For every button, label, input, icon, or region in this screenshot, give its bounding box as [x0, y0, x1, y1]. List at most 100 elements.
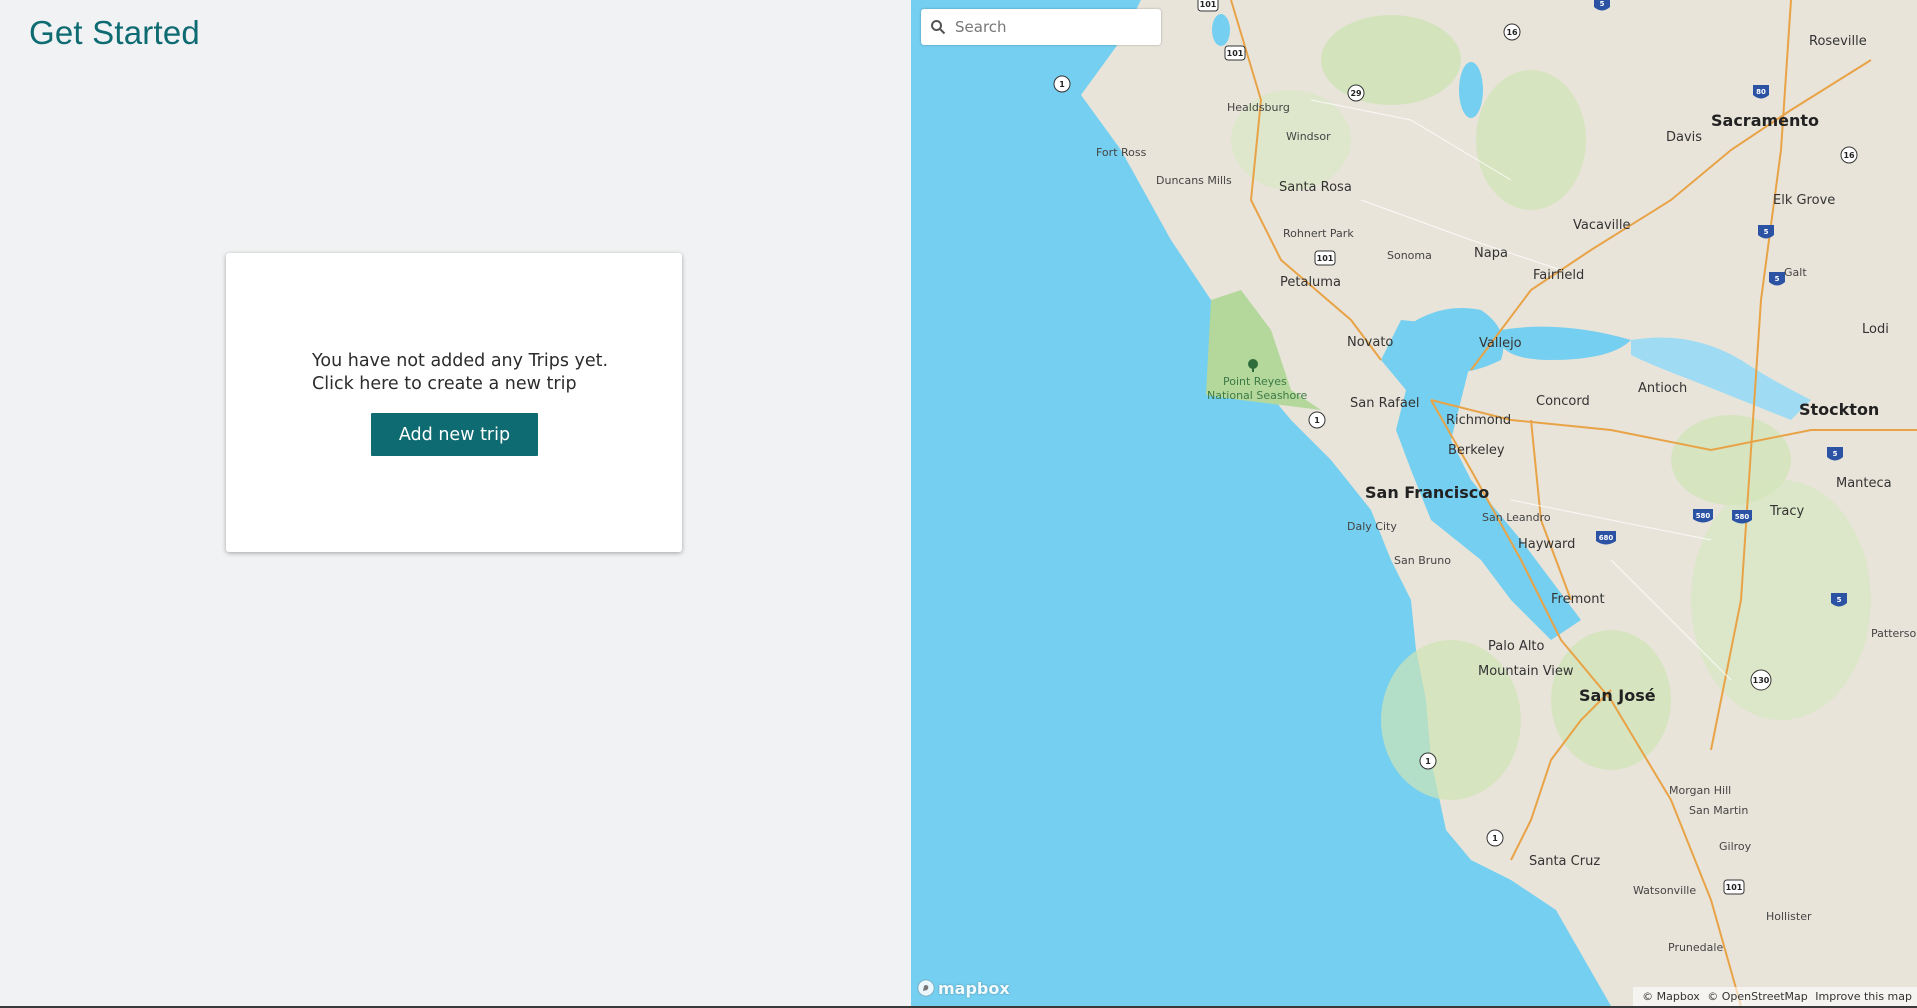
- improve-map-link[interactable]: Improve this map: [1815, 990, 1912, 1003]
- map-search-input[interactable]: [955, 9, 1151, 45]
- shield-130: 130: [1750, 669, 1772, 691]
- interstate-shield-5: 5: [1831, 593, 1847, 607]
- park-label: National Seashore: [1207, 389, 1308, 402]
- search-icon: [931, 20, 946, 35]
- city-label: Concord: [1536, 394, 1590, 409]
- city-label: Sacramento: [1711, 111, 1819, 130]
- add-new-trip-button[interactable]: Add new trip: [371, 413, 538, 456]
- city-label: Davis: [1666, 130, 1702, 145]
- city-label: Watsonville: [1633, 884, 1696, 897]
- interstate-shield-5: 5: [1758, 225, 1774, 239]
- interstate-shield-5: 5: [1769, 272, 1785, 286]
- svg-text:16: 16: [1843, 151, 1855, 160]
- svg-text:1: 1: [1492, 834, 1498, 843]
- shield-101: 101: [1224, 45, 1246, 61]
- city-label: San Martin: [1689, 804, 1748, 817]
- city-label: San Leandro: [1482, 511, 1551, 524]
- city-label: Fairfield: [1533, 268, 1584, 283]
- city-label: Novato: [1347, 335, 1393, 350]
- city-label: Manteca: [1836, 476, 1892, 491]
- city-label: Santa Cruz: [1529, 854, 1600, 869]
- shield-16: 16: [1840, 146, 1858, 164]
- empty-trips-card: You have not added any Trips yet. Click …: [226, 253, 682, 552]
- shield-1: 1: [1308, 411, 1326, 429]
- attribution-osm-link[interactable]: © OpenStreetMap: [1707, 990, 1808, 1003]
- city-label: Patterson: [1871, 627, 1917, 640]
- shield-1: 1: [1486, 829, 1504, 847]
- map-attribution: © Mapbox © OpenStreetMap Improve this ma…: [1633, 987, 1917, 1006]
- interstate-shield-580: 580: [1693, 509, 1713, 523]
- city-label: Santa Rosa: [1279, 180, 1352, 195]
- empty-trips-message: You have not added any Trips yet. Click …: [312, 350, 608, 396]
- city-label: Hayward: [1518, 537, 1575, 552]
- city-label: San Francisco: [1365, 483, 1489, 502]
- city-label: Daly City: [1347, 520, 1397, 533]
- city-label: Fremont: [1551, 592, 1605, 607]
- city-label: Richmond: [1446, 413, 1511, 428]
- city-label: Elk Grove: [1773, 193, 1835, 208]
- city-label: San Bruno: [1394, 554, 1451, 567]
- city-label: Healdsburg: [1227, 101, 1290, 114]
- city-label: Fort Ross: [1096, 146, 1147, 159]
- lake-sonoma: [1212, 14, 1230, 46]
- city-label: Morgan Hill: [1669, 784, 1731, 797]
- shield-1: 1: [1053, 75, 1071, 93]
- city-label: Tracy: [1769, 504, 1804, 519]
- svg-text:1: 1: [1425, 757, 1431, 766]
- shield-29: 29: [1347, 84, 1365, 102]
- city-label: Duncans Mills: [1156, 174, 1232, 187]
- left-panel: Get Started You have not added any Trips…: [0, 0, 911, 1006]
- svg-text:5: 5: [1837, 596, 1842, 604]
- shield-101: 101: [1314, 250, 1336, 266]
- page-title: Get Started: [29, 14, 200, 51]
- svg-text:1: 1: [1059, 80, 1065, 89]
- svg-text:101: 101: [1726, 883, 1743, 892]
- city-label: Galt: [1784, 266, 1807, 279]
- map-canvas[interactable]: 101 101 101 101 1 1 1 1 29 16 16 130 5 8…: [911, 0, 1917, 1006]
- empty-message-line2: Click here to create a new trip: [312, 374, 577, 394]
- svg-text:5: 5: [1775, 275, 1780, 283]
- city-label: Palo Alto: [1488, 639, 1545, 654]
- city-label: Napa: [1474, 246, 1508, 261]
- mapbox-logo-icon: [917, 979, 935, 997]
- city-label: Antioch: [1638, 381, 1687, 396]
- svg-text:16: 16: [1506, 28, 1518, 37]
- svg-text:5: 5: [1600, 0, 1605, 8]
- interstate-shield-80: 80: [1753, 85, 1769, 99]
- svg-text:1: 1: [1314, 416, 1320, 425]
- lake-berryessa: [1459, 62, 1483, 118]
- city-label: Petaluma: [1280, 275, 1341, 290]
- attribution-mapbox-link[interactable]: © Mapbox: [1642, 990, 1700, 1003]
- interstate-shield-5: 5: [1594, 0, 1610, 11]
- city-label: Rohnert Park: [1283, 227, 1354, 240]
- city-label: Gilroy: [1719, 840, 1752, 853]
- shield-101: 101: [1723, 879, 1745, 895]
- city-label: Prunedale: [1668, 941, 1723, 954]
- city-label: San José: [1579, 686, 1656, 705]
- city-label: Sonoma: [1387, 249, 1432, 262]
- city-label: Vallejo: [1479, 336, 1522, 351]
- interstate-shield-580: 580: [1732, 510, 1752, 524]
- shield-101: 101: [1197, 0, 1219, 12]
- svg-text:580: 580: [1735, 513, 1750, 521]
- city-label: Lodi: [1862, 322, 1889, 337]
- map-view[interactable]: 101 101 101 101 1 1 1 1 29 16 16 130 5 8…: [911, 0, 1917, 1006]
- svg-text:680: 680: [1599, 534, 1614, 542]
- city-label: Vacaville: [1573, 218, 1631, 233]
- city-label: Mountain View: [1478, 664, 1574, 679]
- svg-text:80: 80: [1756, 88, 1766, 96]
- city-label: Stockton: [1799, 400, 1879, 419]
- mapbox-logo[interactable]: mapbox: [917, 977, 1010, 999]
- svg-text:101: 101: [1200, 0, 1217, 9]
- delta-water: [1631, 337, 1811, 420]
- interstate-shield-5: 5: [1827, 447, 1843, 461]
- shield-16: 16: [1503, 23, 1521, 41]
- svg-text:101: 101: [1227, 49, 1244, 58]
- map-search-box[interactable]: [921, 9, 1161, 45]
- shield-1: 1: [1419, 752, 1437, 770]
- city-label: Roseville: [1809, 34, 1867, 49]
- svg-text:5: 5: [1764, 228, 1769, 236]
- interstate-shield-680: 680: [1596, 531, 1616, 545]
- city-label: Windsor: [1286, 130, 1331, 143]
- city-label: San Rafael: [1350, 396, 1419, 411]
